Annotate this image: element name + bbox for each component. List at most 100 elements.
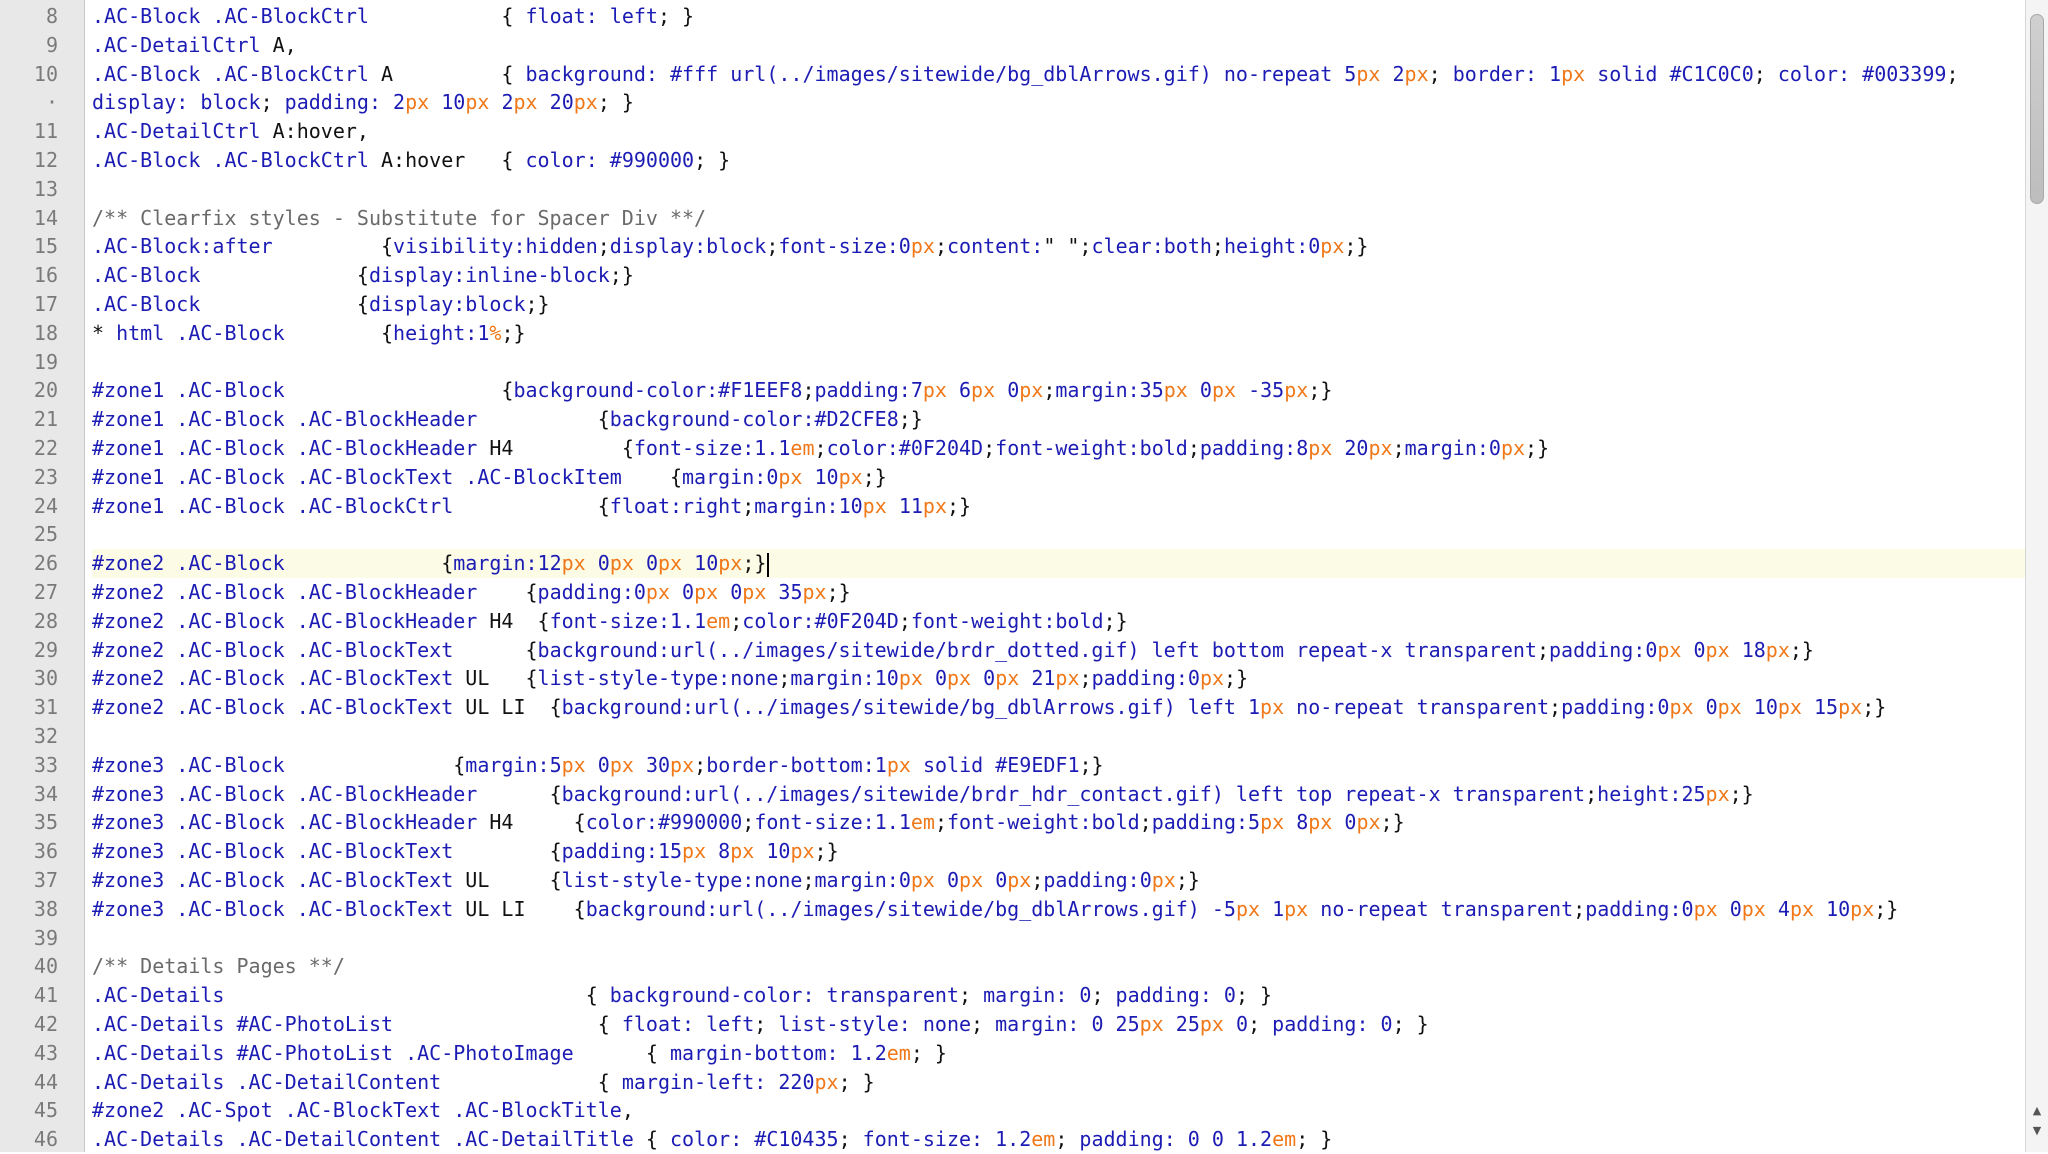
code-line[interactable]: .AC-Details .AC-DetailContent .AC-Detail… — [92, 1125, 2026, 1152]
code-line[interactable]: #zone2 .AC-Spot .AC-BlockText .AC-BlockT… — [92, 1096, 2026, 1125]
code-token: color: #003399 — [1777, 61, 1947, 86]
code-token: px — [1320, 234, 1345, 259]
code-token: px — [898, 666, 923, 691]
code-token: ;} — [814, 839, 839, 864]
code-token: 4 — [1777, 896, 1790, 921]
code-line[interactable]: #zone2 .AC-Block .AC-BlockText UL {list-… — [92, 664, 2026, 693]
code-token: { — [573, 896, 586, 921]
code-line-active[interactable]: #zone2 .AC-Block {margin:12px 0px 0px 10… — [92, 549, 2026, 578]
code-line[interactable]: /** Details Pages **/ — [92, 952, 2026, 981]
scrollbar-thumb[interactable] — [2030, 14, 2044, 204]
code-token: px — [573, 90, 598, 115]
code-line[interactable] — [92, 175, 2026, 204]
code-line[interactable]: .AC-Details .AC-DetailContent { margin-l… — [92, 1068, 2026, 1097]
code-line[interactable]: .AC-Details #AC-PhotoList { float: left;… — [92, 1010, 2026, 1039]
code-token: 2 — [501, 90, 514, 115]
line-number: 42 — [33, 1012, 58, 1036]
code-token: UL LI — [465, 695, 526, 720]
code-token: #zone1 .AC-Block .AC-BlockCtrl — [92, 493, 598, 518]
code-token: padding: — [1091, 666, 1188, 691]
code-token: px — [1404, 61, 1429, 86]
code-token: margin: — [754, 493, 839, 518]
code-line[interactable]: #zone3 .AC-Block {margin:5px 0px 30px;bo… — [92, 751, 2026, 780]
code-line[interactable]: /** Clearfix styles - Substitute for Spa… — [92, 204, 2026, 233]
code-line[interactable]: #zone3 .AC-Block .AC-BlockHeader {backgr… — [92, 780, 2026, 809]
code-token: 7 — [910, 378, 923, 403]
code-line[interactable]: #zone1 .AC-Block .AC-BlockCtrl {float:ri… — [92, 492, 2026, 521]
code-token: 21 — [1031, 666, 1056, 691]
code-token: { — [549, 695, 562, 720]
code-token: margin: — [1055, 378, 1140, 403]
code-line[interactable]: * html .AC-Block {height:1%;} — [92, 319, 2026, 348]
code-token: ; — [766, 234, 779, 259]
code-token: font-weight:bold — [995, 436, 1188, 460]
code-token: { — [549, 868, 562, 892]
line-number: 39 — [33, 925, 58, 950]
code-token: .AC-Block — [92, 292, 357, 316]
code-line[interactable]: .AC-Block {display:block;} — [92, 290, 2026, 319]
code-line[interactable]: .AC-DetailCtrl A, — [92, 31, 2026, 60]
code-token: ; — [778, 666, 791, 691]
code-line[interactable] — [92, 924, 2026, 953]
code-line[interactable]: #zone3 .AC-Block .AC-BlockText UL {list-… — [92, 866, 2026, 895]
code-token: .AC-Details .AC-DetailContent — [92, 1069, 598, 1094]
code-token: #zone3 .AC-Block .AC-BlockText — [92, 868, 466, 892]
code-token: { — [356, 292, 369, 316]
code-line[interactable] — [92, 520, 2026, 549]
code-line[interactable]: .AC-Block .AC-BlockCtrl A:hover { color:… — [92, 146, 2026, 175]
code-token: display: block — [92, 90, 261, 115]
line-number: 16 — [33, 263, 58, 288]
code-token: ; — [1428, 61, 1453, 86]
code-line[interactable]: .AC-Block {display:inline-block;} — [92, 261, 2026, 290]
code-line[interactable]: display: block; padding: 2px 10px 2px 20… — [92, 88, 2026, 117]
code-token: #zone2 .AC-Block .AC-BlockText — [92, 695, 466, 720]
code-line[interactable]: .AC-Block .AC-BlockCtrl A { background: … — [92, 60, 2026, 89]
code-line[interactable]: .AC-Block .AC-BlockCtrl { float: left; } — [92, 2, 2026, 31]
code-token: ; — [1573, 896, 1586, 921]
code-area[interactable]: .AC-Block .AC-BlockCtrl { float: left; }… — [92, 0, 2026, 1152]
scroll-down-arrow-icon[interactable]: ▼ — [2030, 1124, 2044, 1138]
code-token: color:#0F204D — [826, 436, 984, 460]
code-token: px — [658, 551, 683, 576]
code-token: 0 — [1199, 378, 1212, 403]
code-editor[interactable]: 8 9 10 · 11 12 13 14 15 16 17 18 19 20 21 22 23 24 25 26 27 2… — [0, 0, 2048, 1152]
code-line[interactable]: .AC-Details #AC-PhotoList .AC-PhotoImage… — [92, 1039, 2026, 1068]
code-line[interactable]: .AC-Details { background-color: transpar… — [92, 981, 2026, 1010]
code-token: ; — [1549, 695, 1562, 720]
vertical-scrollbar[interactable]: ▲ ▼ — [2025, 0, 2048, 1152]
code-line[interactable]: #zone3 .AC-Block .AC-BlockText {padding:… — [92, 837, 2026, 866]
line-number: 37 — [33, 868, 58, 892]
code-line[interactable]: #zone2 .AC-Block .AC-BlockText {backgrou… — [92, 636, 2026, 665]
code-line[interactable] — [92, 722, 2026, 751]
code-token: { — [525, 666, 538, 691]
code-token: 0 — [1344, 810, 1357, 835]
code-token: 1 — [1549, 61, 1562, 86]
code-line[interactable]: #zone2 .AC-Block .AC-BlockHeader H4 {fon… — [92, 607, 2026, 636]
code-line[interactable]: #zone2 .AC-Block .AC-BlockText UL LI {ba… — [92, 693, 2026, 722]
code-token: height: — [1223, 234, 1309, 259]
code-line[interactable]: #zone2 .AC-Block .AC-BlockHeader {paddin… — [92, 578, 2026, 607]
code-line[interactable] — [92, 348, 2026, 377]
code-line[interactable]: #zone1 .AC-Block .AC-BlockText .AC-Block… — [92, 463, 2026, 492]
code-token: ;} — [1344, 234, 1369, 259]
code-line[interactable]: #zone3 .AC-Block .AC-BlockHeader H4 {col… — [92, 808, 2026, 837]
code-line[interactable]: #zone1 .AC-Block .AC-BlockHeader H4 {fon… — [92, 434, 2026, 463]
code-token: visibility:hidden — [393, 234, 598, 259]
code-line[interactable]: #zone1 .AC-Block {background-color:#F1EE… — [92, 376, 2026, 405]
code-line[interactable]: .AC-DetailCtrl A:hover, — [92, 117, 2026, 146]
code-token: margin: 0 — [995, 1012, 1116, 1036]
code-line[interactable]: .AC-Block:after {visibility:hidden;displ… — [92, 232, 2026, 261]
code-line[interactable]: #zone3 .AC-Block .AC-BlockText UL LI {ba… — [92, 895, 2026, 924]
code-line[interactable]: #zone1 .AC-Block .AC-BlockHeader {backgr… — [92, 405, 2026, 434]
scroll-up-arrow-icon[interactable]: ▲ — [2030, 1104, 2044, 1118]
code-token: ;} — [1224, 666, 1249, 691]
code-token: 1 — [477, 320, 490, 345]
